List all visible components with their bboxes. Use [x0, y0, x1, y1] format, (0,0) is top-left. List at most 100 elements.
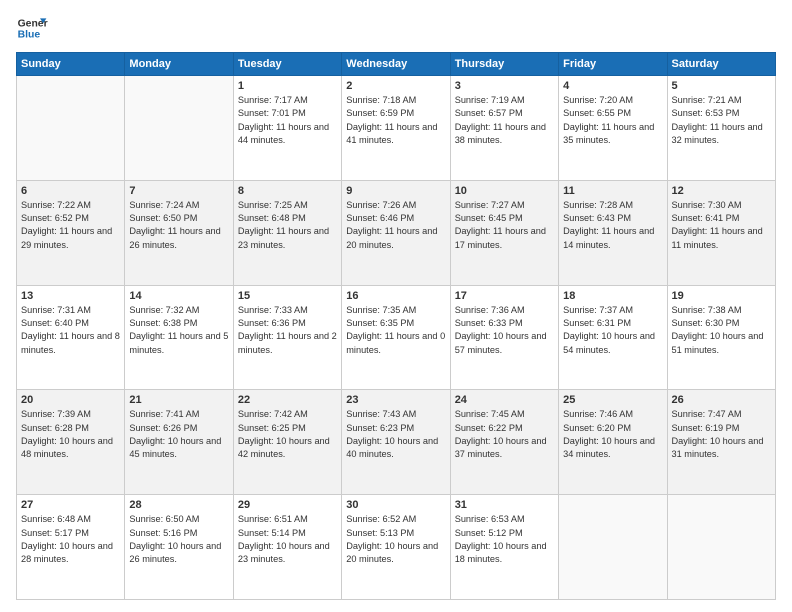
cell-content: Sunrise: 7:33 AMSunset: 6:36 PMDaylight:… — [238, 305, 337, 355]
calendar-cell: 5 Sunrise: 7:21 AMSunset: 6:53 PMDaylight… — [667, 76, 775, 181]
cell-content: Sunrise: 7:21 AMSunset: 6:53 PMDaylight:… — [672, 95, 763, 145]
calendar-week-5: 27 Sunrise: 6:48 AMSunset: 5:17 PMDayligh… — [17, 495, 776, 600]
day-number: 9 — [346, 185, 445, 197]
calendar-cell: 7Sunrise: 7:24 AMSunset: 6:50 PMDaylight… — [125, 180, 233, 285]
cell-content: Sunrise: 7:37 AMSunset: 6:31 PMDaylight:… — [563, 305, 655, 355]
day-number: 15 — [238, 290, 337, 302]
cell-content: Sunrise: 7:25 AMSunset: 6:48 PMDaylight:… — [238, 200, 329, 250]
calendar-cell: 13 Sunrise: 7:31 AMSunset: 6:40 PMDayligh… — [17, 285, 125, 390]
calendar-cell: 11 Sunrise: 7:28 AMSunset: 6:43 PMDayligh… — [559, 180, 667, 285]
calendar-header-row: SundayMondayTuesdayWednesdayThursdayFrid… — [17, 53, 776, 76]
calendar-cell: 18 Sunrise: 7:37 AMSunset: 6:31 PMDayligh… — [559, 285, 667, 390]
calendar-cell: 16 Sunrise: 7:35 AMSunset: 6:35 PMDayligh… — [342, 285, 450, 390]
cell-content: Sunrise: 7:30 AMSunset: 6:41 PMDaylight:… — [672, 200, 763, 250]
calendar-cell: 28 Sunrise: 6:50 AMSunset: 5:16 PMDayligh… — [125, 495, 233, 600]
calendar-table: SundayMondayTuesdayWednesdayThursdayFrid… — [16, 52, 776, 600]
cell-content: Sunrise: 6:52 AMSunset: 5:13 PMDaylight:… — [346, 514, 438, 564]
cell-content: Sunrise: 7:46 AMSunset: 6:20 PMDaylight:… — [563, 409, 655, 459]
calendar-cell: 15 Sunrise: 7:33 AMSunset: 6:36 PMDayligh… — [233, 285, 341, 390]
col-header-wednesday: Wednesday — [342, 53, 450, 76]
calendar-cell: 27 Sunrise: 6:48 AMSunset: 5:17 PMDayligh… — [17, 495, 125, 600]
day-number: 6 — [21, 185, 120, 197]
day-number: 27 — [21, 499, 120, 511]
day-number: 28 — [129, 499, 228, 511]
cell-content: Sunrise: 7:32 AMSunset: 6:38 PMDaylight:… — [129, 305, 228, 355]
calendar-cell: 8 Sunrise: 7:25 AMSunset: 6:48 PMDaylight… — [233, 180, 341, 285]
calendar-cell: 20Sunrise: 7:39 AMSunset: 6:28 PMDayligh… — [17, 390, 125, 495]
cell-content: Sunrise: 7:26 AMSunset: 6:46 PMDaylight:… — [346, 200, 437, 250]
cell-content: Sunrise: 7:31 AMSunset: 6:40 PMDaylight:… — [21, 305, 120, 355]
day-number: 1 — [238, 80, 337, 92]
calendar-cell: 9 Sunrise: 7:26 AMSunset: 6:46 PMDaylight… — [342, 180, 450, 285]
day-number: 11 — [563, 185, 662, 197]
calendar-cell: 1 Sunrise: 7:17 AMSunset: 7:01 PMDaylight… — [233, 76, 341, 181]
col-header-thursday: Thursday — [450, 53, 558, 76]
calendar-cell: 30 Sunrise: 6:52 AMSunset: 5:13 PMDayligh… — [342, 495, 450, 600]
day-number: 19 — [672, 290, 771, 302]
calendar-week-3: 13 Sunrise: 7:31 AMSunset: 6:40 PMDayligh… — [17, 285, 776, 390]
cell-content: Sunrise: 7:20 AMSunset: 6:55 PMDaylight:… — [563, 95, 654, 145]
day-number: 25 — [563, 394, 662, 406]
day-number: 13 — [21, 290, 120, 302]
calendar-cell: 25 Sunrise: 7:46 AMSunset: 6:20 PMDayligh… — [559, 390, 667, 495]
day-number: 21 — [129, 394, 228, 406]
page: General Blue SundayMondayTuesdayWednesda… — [0, 0, 792, 612]
calendar-week-4: 20Sunrise: 7:39 AMSunset: 6:28 PMDayligh… — [17, 390, 776, 495]
day-number: 8 — [238, 185, 337, 197]
day-number: 3 — [455, 80, 554, 92]
day-number: 26 — [672, 394, 771, 406]
general-blue-logo-icon: General Blue — [16, 12, 48, 44]
cell-content: Sunrise: 7:19 AMSunset: 6:57 PMDaylight:… — [455, 95, 546, 145]
calendar-cell: 31Sunrise: 6:53 AMSunset: 5:12 PMDayligh… — [450, 495, 558, 600]
day-number: 17 — [455, 290, 554, 302]
day-number: 29 — [238, 499, 337, 511]
cell-content: Sunrise: 7:24 AMSunset: 6:50 PMDaylight:… — [129, 200, 220, 250]
calendar-cell — [17, 76, 125, 181]
day-number: 5 — [672, 80, 771, 92]
calendar-cell: 17 Sunrise: 7:36 AMSunset: 6:33 PMDayligh… — [450, 285, 558, 390]
cell-content: Sunrise: 7:36 AMSunset: 6:33 PMDaylight:… — [455, 305, 547, 355]
cell-content: Sunrise: 6:51 AMSunset: 5:14 PMDaylight:… — [238, 514, 330, 564]
calendar-week-1: 1 Sunrise: 7:17 AMSunset: 7:01 PMDaylight… — [17, 76, 776, 181]
cell-content: Sunrise: 7:18 AMSunset: 6:59 PMDaylight:… — [346, 95, 437, 145]
logo: General Blue — [16, 12, 48, 44]
cell-content: Sunrise: 7:38 AMSunset: 6:30 PMDaylight:… — [672, 305, 764, 355]
cell-content: Sunrise: 7:22 AMSunset: 6:52 PMDaylight:… — [21, 200, 112, 250]
day-number: 24 — [455, 394, 554, 406]
cell-content: Sunrise: 7:28 AMSunset: 6:43 PMDaylight:… — [563, 200, 654, 250]
col-header-friday: Friday — [559, 53, 667, 76]
day-number: 2 — [346, 80, 445, 92]
cell-content: Sunrise: 7:17 AMSunset: 7:01 PMDaylight:… — [238, 95, 329, 145]
day-number: 31 — [455, 499, 554, 511]
calendar-cell: 12 Sunrise: 7:30 AMSunset: 6:41 PMDayligh… — [667, 180, 775, 285]
cell-content: Sunrise: 7:45 AMSunset: 6:22 PMDaylight:… — [455, 409, 547, 459]
calendar-cell: 24 Sunrise: 7:45 AMSunset: 6:22 PMDayligh… — [450, 390, 558, 495]
calendar-cell: 29 Sunrise: 6:51 AMSunset: 5:14 PMDayligh… — [233, 495, 341, 600]
calendar-cell: 10 Sunrise: 7:27 AMSunset: 6:45 PMDayligh… — [450, 180, 558, 285]
calendar-cell: 22Sunrise: 7:42 AMSunset: 6:25 PMDayligh… — [233, 390, 341, 495]
calendar-cell — [559, 495, 667, 600]
cell-content: Sunrise: 6:50 AMSunset: 5:16 PMDaylight:… — [129, 514, 221, 564]
calendar-cell: 14Sunrise: 7:32 AMSunset: 6:38 PMDayligh… — [125, 285, 233, 390]
cell-content: Sunrise: 7:41 AMSunset: 6:26 PMDaylight:… — [129, 409, 221, 459]
calendar-cell: 4Sunrise: 7:20 AMSunset: 6:55 PMDaylight… — [559, 76, 667, 181]
cell-content: Sunrise: 7:47 AMSunset: 6:19 PMDaylight:… — [672, 409, 764, 459]
calendar-cell: 2 Sunrise: 7:18 AMSunset: 6:59 PMDaylight… — [342, 76, 450, 181]
calendar-week-2: 6 Sunrise: 7:22 AMSunset: 6:52 PMDaylight… — [17, 180, 776, 285]
day-number: 10 — [455, 185, 554, 197]
day-number: 16 — [346, 290, 445, 302]
calendar-cell: 21 Sunrise: 7:41 AMSunset: 6:26 PMDayligh… — [125, 390, 233, 495]
calendar-cell: 26 Sunrise: 7:47 AMSunset: 6:19 PMDayligh… — [667, 390, 775, 495]
col-header-sunday: Sunday — [17, 53, 125, 76]
cell-content: Sunrise: 7:27 AMSunset: 6:45 PMDaylight:… — [455, 200, 546, 250]
day-number: 30 — [346, 499, 445, 511]
cell-content: Sunrise: 6:48 AMSunset: 5:17 PMDaylight:… — [21, 514, 113, 564]
calendar-cell: 19 Sunrise: 7:38 AMSunset: 6:30 PMDayligh… — [667, 285, 775, 390]
col-header-monday: Monday — [125, 53, 233, 76]
day-number: 18 — [563, 290, 662, 302]
cell-content: Sunrise: 7:39 AMSunset: 6:28 PMDaylight:… — [21, 409, 113, 459]
cell-content: Sunrise: 7:35 AMSunset: 6:35 PMDaylight:… — [346, 305, 445, 355]
day-number: 23 — [346, 394, 445, 406]
day-number: 12 — [672, 185, 771, 197]
calendar-cell: 3 Sunrise: 7:19 AMSunset: 6:57 PMDaylight… — [450, 76, 558, 181]
